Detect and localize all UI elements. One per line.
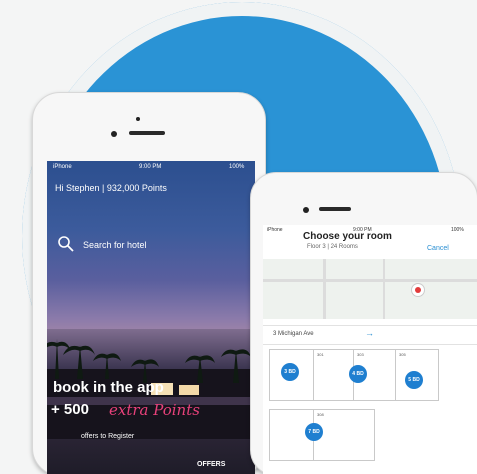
room-number-label: 301 [317,352,324,357]
register-link[interactable]: offers to Register [81,433,134,440]
cta-headline: book in the app [53,379,164,396]
room-marker[interactable]: 5 BD [405,371,423,389]
address-text: 3 Michigan Ave [273,331,314,337]
location-pin-icon[interactable] [411,283,425,297]
cta-points-script: extra Points [109,401,200,419]
map-road [323,259,326,319]
room-selection-screen: iPhone 9:00 PM 100% Choose your room Flo… [263,225,477,474]
map-road [263,279,477,282]
room-marker[interactable]: 3 BD [281,363,299,381]
tab-offers[interactable]: OFFERS [197,461,225,468]
status-battery: 100% [451,227,464,233]
greeting-text: Hi Stephen | 932,000 Points [55,183,167,193]
search-icon [58,236,74,252]
room-number-label: 308 [317,412,324,417]
hotel-home-screen: iPhone 9:00 PM 100% Hi Stephen | 932,000… [47,161,255,474]
status-bar: iPhone 9:00 PM 100% [47,161,255,175]
address-row[interactable]: 3 Michigan Ave → [263,325,477,345]
cancel-button[interactable]: Cancel [427,245,449,252]
room-number-label: 305 [399,352,406,357]
sensor-icon [136,117,140,121]
search-placeholder: Search for hotel [83,240,147,250]
status-carrier: iPhone [53,164,72,170]
floor-plan: 301 303 305 308 3 BD 4 BD 5 BD 7 BD [263,349,477,474]
phone-left: iPhone 9:00 PM 100% Hi Stephen | 932,000… [32,92,266,474]
status-battery: 100% [229,164,245,170]
phone-right: iPhone 9:00 PM 100% Choose your room Flo… [250,172,477,474]
promo-image: iPhone 9:00 PM 100% Hi Stephen | 932,000… [0,0,477,474]
speaker-grille [129,131,165,135]
status-carrier: iPhone [267,227,283,233]
page-title: Choose your room [303,231,392,242]
speaker-grille [319,207,351,211]
room-number-label: 303 [357,352,364,357]
cta-points-amount: + 500 [51,401,89,418]
arrow-right-icon: → [365,328,374,338]
room-marker[interactable]: 4 BD [349,365,367,383]
room-marker[interactable]: 7 BD [305,423,323,441]
map-view[interactable] [263,259,477,319]
search-field[interactable]: Search for hotel [57,235,243,255]
floor-subtitle: Floor 3 | 24 Rooms [307,244,358,250]
front-camera-icon [303,207,309,213]
map-road [383,259,385,319]
front-camera-icon [111,131,117,137]
status-time: 9:00 PM [139,164,162,170]
